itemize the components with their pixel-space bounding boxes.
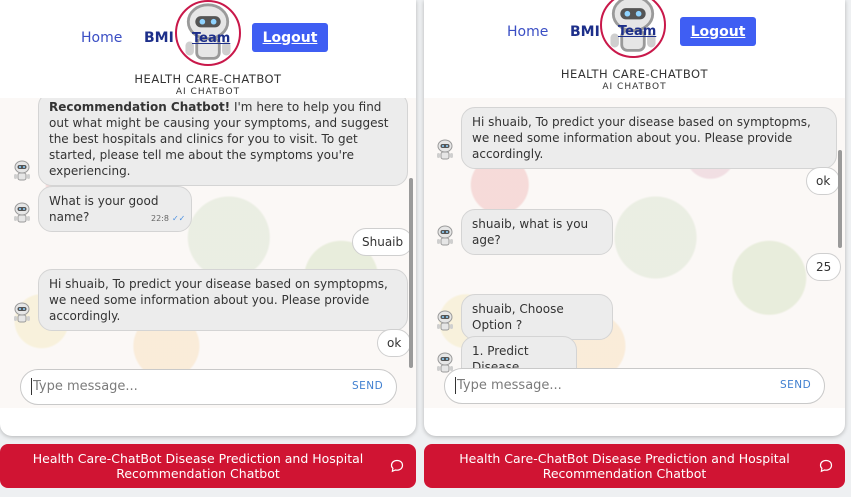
- message-input[interactable]: [31, 378, 285, 395]
- chat-panel-right: Home BMI Team Logout HEALTH CARE-CHATBOT…: [424, 0, 845, 436]
- bot-message-predict: Hi shuaib, To predict your disease based…: [461, 107, 837, 169]
- chat-scrollbar[interactable]: [409, 178, 413, 368]
- user-message-ok: ok: [806, 167, 841, 195]
- user-message-ok: ok: [377, 329, 412, 357]
- footer-title: Health Care-ChatBot Disease Prediction a…: [459, 451, 790, 481]
- nav-bmi-link[interactable]: BMI: [144, 30, 174, 46]
- logout-button[interactable]: Logout: [680, 17, 756, 46]
- robot-icon: [436, 310, 454, 331]
- robot-icon: [13, 202, 31, 223]
- nav-team-link[interactable]: Team: [192, 31, 230, 46]
- user-message-age: 25: [806, 253, 842, 281]
- bot-message-predict: Hi shuaib, To predict your disease based…: [38, 269, 408, 331]
- brand-subtitle: AI CHATBOT: [602, 82, 667, 92]
- nav-team-link[interactable]: Team: [618, 24, 656, 39]
- welcome-bold: Recommendation Chatbot!: [49, 100, 231, 114]
- brand-title: HEALTH CARE-CHATBOT: [560, 67, 709, 81]
- chat-messages[interactable]: Recommendation Chatbot! I'm here to help…: [0, 98, 416, 408]
- robot-icon: [13, 302, 31, 323]
- bot-message-name: What is your good name?: [38, 186, 192, 232]
- bot-message-welcome: Recommendation Chatbot! I'm here to help…: [38, 98, 408, 186]
- user-message-name: Shuaib: [352, 228, 414, 256]
- brand-subtitle: AI CHATBOT: [175, 87, 241, 97]
- message-time: 22:8 ✓✓: [151, 214, 186, 223]
- robot-icon: [436, 225, 454, 246]
- chatbot-footer-bar[interactable]: Health Care-ChatBot Disease Prediction a…: [424, 444, 845, 488]
- footer-title: Health Care-ChatBot Disease Prediction a…: [32, 451, 364, 481]
- chat-bubble-icon[interactable]: [390, 459, 404, 473]
- message-input[interactable]: [455, 377, 709, 394]
- nav-home-link[interactable]: Home: [81, 30, 122, 46]
- send-button[interactable]: SEND: [780, 379, 811, 391]
- message-input-bar: SEND: [20, 369, 397, 405]
- chat-panel-left: Home BMI Team Logout HEALTH CARE-CHATBOT…: [0, 0, 416, 436]
- robot-icon: [436, 139, 454, 160]
- send-button[interactable]: SEND: [352, 380, 383, 392]
- robot-icon: [13, 160, 31, 181]
- brand-title: HEALTH CARE-CHATBOT: [134, 72, 282, 86]
- logout-button[interactable]: Logout: [252, 23, 328, 52]
- top-nav: Home BMI Team Logout HEALTH CARE-CHATBOT…: [0, 0, 416, 98]
- top-nav: Home BMI Team Logout HEALTH CARE-CHATBOT…: [424, 0, 845, 98]
- nav-bmi-link[interactable]: BMI: [570, 24, 600, 40]
- chat-bubble-icon[interactable]: [819, 459, 833, 473]
- chat-scrollbar[interactable]: [838, 150, 842, 248]
- bot-message-option: shuaib, Choose Option ?: [461, 294, 613, 340]
- chat-messages[interactable]: Hi shuaib, To predict your disease based…: [424, 98, 845, 408]
- bot-message-age: shuaib, what is you age?: [461, 209, 613, 255]
- read-ticks-icon: ✓✓: [171, 214, 186, 223]
- chatbot-footer-bar[interactable]: Health Care-ChatBot Disease Prediction a…: [0, 444, 416, 488]
- nav-home-link[interactable]: Home: [507, 24, 548, 40]
- message-input-bar: SEND: [444, 368, 825, 404]
